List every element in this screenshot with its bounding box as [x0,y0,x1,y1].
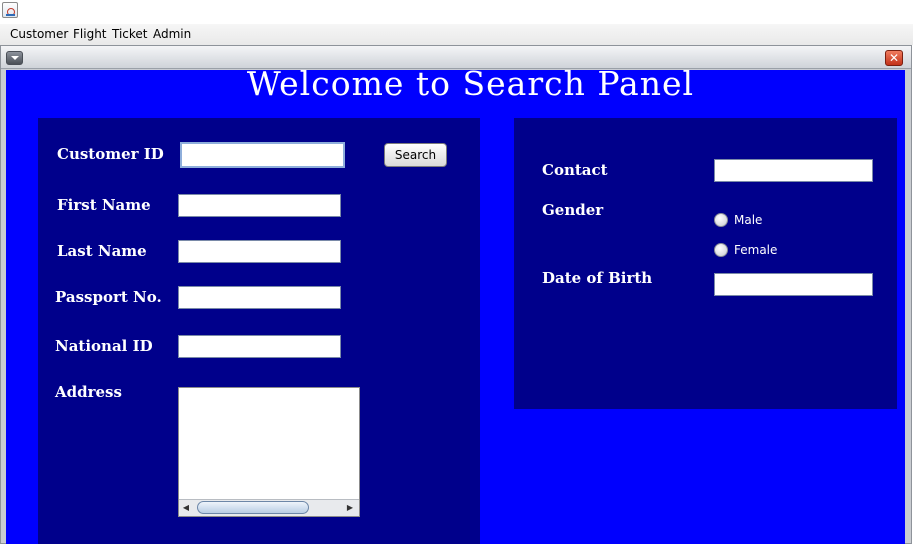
address-textarea[interactable] [178,387,360,517]
chevron-down-icon[interactable] [6,51,23,65]
passport-label: Passport No. [55,288,162,306]
customer-id-field[interactable] [180,142,345,168]
page-title: Welcome to Search Panel [246,64,695,103]
menu-flight[interactable]: Flight [73,27,107,41]
contact-field[interactable] [714,159,873,182]
menu-admin[interactable]: Admin [153,27,191,41]
gender-label: Gender [542,201,604,219]
gender-female-radio[interactable] [714,243,728,257]
first-name-label: First Name [57,196,151,214]
national-id-field[interactable] [178,335,341,358]
first-name-field[interactable] [178,194,341,217]
scroll-right-icon[interactable]: ▶ [343,500,357,516]
passport-field[interactable] [178,286,341,309]
address-label: Address [55,383,122,401]
dob-field[interactable] [714,273,873,296]
dob-label: Date of Birth [542,269,653,287]
menu-customer[interactable]: Customer [10,27,68,41]
national-id-label: National ID [55,337,153,355]
menu-ticket[interactable]: Ticket [112,27,148,41]
scroll-left-icon[interactable]: ◀ [179,500,193,516]
customer-id-label: Customer ID [57,145,164,163]
gender-female-label[interactable]: Female [734,243,777,257]
gender-male-radio[interactable] [714,213,728,227]
address-horizontal-scrollbar[interactable]: ◀ ▶ [179,499,359,516]
search-button[interactable]: Search [384,143,447,167]
window-title-bar [0,0,913,24]
scroll-thumb[interactable] [197,501,309,514]
java-app-icon [2,2,18,18]
contact-label: Contact [542,161,608,179]
gender-male-label[interactable]: Male [734,213,762,227]
last-name-label: Last Name [57,242,147,260]
last-name-field[interactable] [178,240,341,263]
